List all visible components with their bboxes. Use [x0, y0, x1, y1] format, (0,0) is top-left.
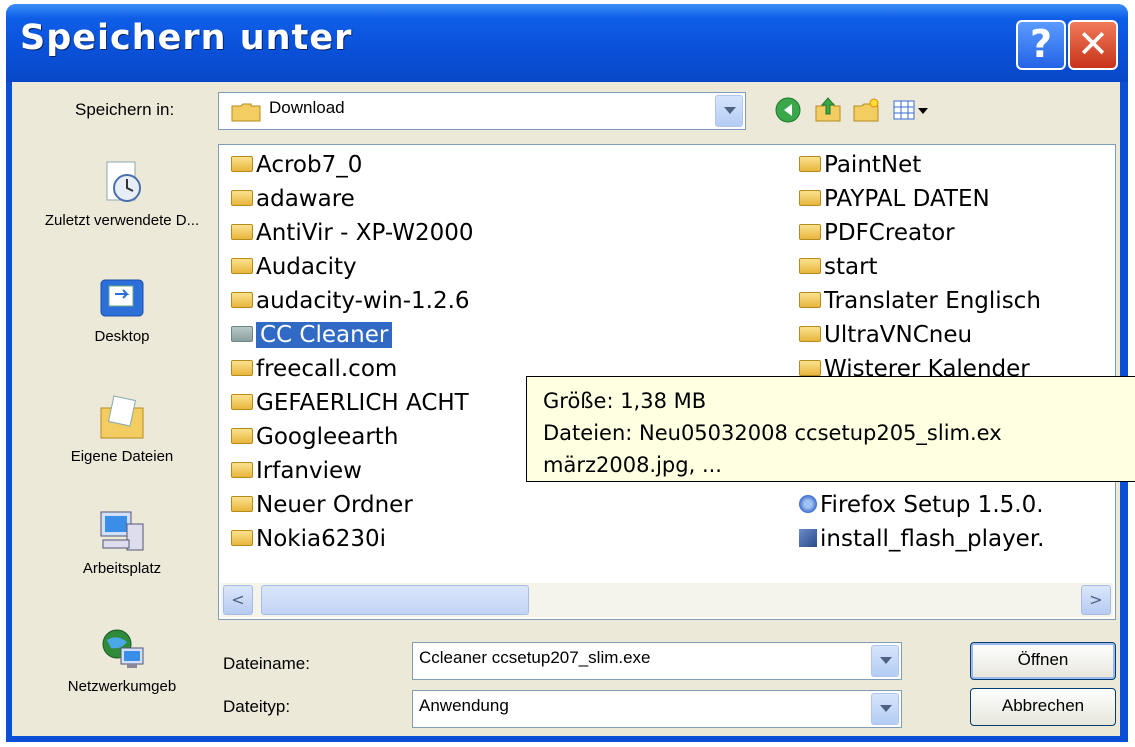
- dialog-title: Speichern unter: [20, 18, 353, 58]
- tooltip-size: Größe: 1,38 MB: [543, 389, 707, 413]
- places-bar: Zuletzt verwendete D... Desktop Eigene D…: [35, 144, 209, 736]
- list-item[interactable]: Neuer Ordner: [231, 488, 413, 522]
- save-as-dialog: Speichern unter ? ✕ Speichern in: Downlo…: [6, 4, 1135, 742]
- list-item[interactable]: start: [799, 250, 878, 284]
- filetype-combo[interactable]: Anwendung: [412, 690, 902, 728]
- help-button[interactable]: ?: [1016, 20, 1066, 70]
- list-item[interactable]: Googleearth: [231, 420, 398, 454]
- place-my-computer-label: Arbeitsplatz: [82, 560, 162, 577]
- my-computer-icon: [97, 506, 147, 556]
- chevron-down-icon[interactable]: [715, 95, 743, 127]
- save-in-combo[interactable]: Download: [218, 92, 746, 130]
- place-desktop[interactable]: Desktop: [35, 274, 209, 345]
- scroll-thumb[interactable]: [261, 585, 529, 615]
- filetype-label: Dateityp:: [223, 697, 291, 716]
- place-my-documents-label: Eigene Dateien: [70, 448, 174, 465]
- horizontal-scrollbar[interactable]: < >: [221, 583, 1113, 617]
- list-item-selected[interactable]: CC Cleaner: [231, 318, 393, 352]
- filename-label: Dateiname:: [223, 654, 310, 673]
- place-recent-label: Zuletzt verwendete D...: [44, 212, 200, 229]
- place-my-documents[interactable]: Eigene Dateien: [35, 394, 209, 465]
- dialog-body: Speichern in: Download Zuletzt verwendet…: [12, 82, 1135, 736]
- list-item[interactable]: Audacity: [231, 250, 357, 284]
- scroll-left-button[interactable]: <: [223, 585, 253, 615]
- folder-icon: [231, 223, 253, 240]
- folder-icon: [231, 257, 253, 274]
- folder-icon: [799, 189, 821, 206]
- folder-icon: [799, 257, 821, 274]
- list-item[interactable]: Acrob7_0: [231, 148, 362, 182]
- recent-documents-icon: [97, 158, 147, 208]
- list-item[interactable]: PaintNet: [799, 148, 921, 182]
- open-button[interactable]: Öffnen: [970, 642, 1116, 680]
- filename-value: Ccleaner ccsetup207_slim.exe: [419, 648, 651, 667]
- scroll-right-button[interactable]: >: [1081, 585, 1111, 615]
- folder-icon: [231, 291, 253, 308]
- save-in-value: Download: [269, 98, 345, 117]
- folder-icon: [231, 325, 253, 342]
- save-in-label: Speichern in:: [75, 100, 175, 119]
- list-item[interactable]: AntiVir - XP-W2000: [231, 216, 473, 250]
- place-recent[interactable]: Zuletzt verwendete D...: [35, 158, 209, 230]
- list-item[interactable]: Irfanview: [231, 454, 362, 488]
- folder-icon: [231, 155, 253, 172]
- list-item[interactable]: Firefox Setup 1.5.0.: [799, 488, 1044, 522]
- folder-icon: [799, 359, 821, 376]
- folder-icon: [231, 461, 253, 478]
- list-item[interactable]: Translater Englisch: [799, 284, 1041, 318]
- filetype-value: Anwendung: [419, 696, 509, 715]
- installer-icon: [799, 528, 817, 547]
- title-bar[interactable]: Speichern unter ? ✕: [6, 4, 1128, 82]
- folder-icon: [231, 495, 253, 512]
- list-item[interactable]: GEFAERLICH ACHT: [231, 386, 469, 420]
- tooltip-files: Dateien: Neu05032008 ccsetup205_slim.ex: [543, 421, 1002, 445]
- folder-icon: [799, 325, 821, 342]
- list-item[interactable]: install_flash_player.: [799, 522, 1045, 556]
- list-item[interactable]: UltraVNCneu: [799, 318, 972, 352]
- chevron-down-icon[interactable]: [871, 693, 899, 725]
- folder-info-tooltip: Größe: 1,38 MB Dateien: Neu05032008 ccse…: [526, 376, 1135, 482]
- folder-icon: [799, 291, 821, 308]
- place-network[interactable]: Netzwerkumgeb: [35, 624, 209, 695]
- tooltip-files-more: märz2008.jpg, ...: [543, 453, 722, 477]
- list-item[interactable]: audacity-win-1.2.6: [231, 284, 470, 318]
- folder-icon: [799, 223, 821, 240]
- place-my-computer[interactable]: Arbeitsplatz: [35, 506, 209, 577]
- place-network-label: Netzwerkumgeb: [67, 678, 177, 695]
- list-item[interactable]: PDFCreator: [799, 216, 955, 250]
- view-menu-icon[interactable]: [892, 96, 932, 124]
- chevron-down-icon[interactable]: [871, 645, 899, 677]
- folder-icon: [231, 189, 253, 206]
- list-item[interactable]: Nokia6230i: [231, 522, 386, 556]
- folder-icon: [231, 359, 253, 376]
- close-button[interactable]: ✕: [1068, 20, 1118, 70]
- back-icon[interactable]: [774, 96, 802, 124]
- cancel-button[interactable]: Abbrechen: [970, 688, 1116, 726]
- network-icon: [97, 624, 147, 674]
- folder-icon: [231, 427, 253, 444]
- place-desktop-label: Desktop: [94, 328, 150, 345]
- folder-icon: [231, 529, 253, 546]
- my-documents-icon: [97, 394, 147, 444]
- filename-combo[interactable]: Ccleaner ccsetup207_slim.exe: [412, 642, 902, 680]
- desktop-icon: [97, 274, 147, 324]
- list-item[interactable]: freecall.com: [231, 352, 397, 386]
- new-folder-icon[interactable]: [852, 96, 880, 124]
- folder-icon: [799, 155, 821, 172]
- list-item[interactable]: PAYPAL DATEN: [799, 182, 990, 216]
- up-folder-icon[interactable]: [814, 96, 842, 124]
- folder-icon: [231, 393, 253, 410]
- firefox-setup-icon: [799, 494, 817, 513]
- list-item[interactable]: adaware: [231, 182, 355, 216]
- folder-icon: [231, 103, 261, 122]
